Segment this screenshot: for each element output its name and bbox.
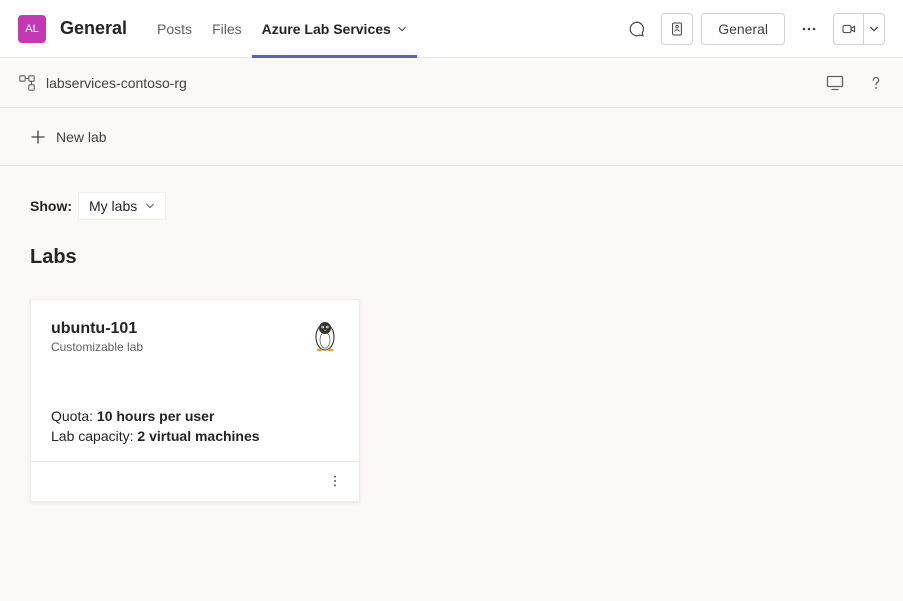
tab-files[interactable]: Files xyxy=(202,0,252,57)
lab-quota: Quota: 10 hours per user xyxy=(51,406,339,426)
subheader: labservices-contoso-rg xyxy=(0,58,903,108)
tab-label: Azure Lab Services xyxy=(262,21,391,37)
meet-button xyxy=(833,13,885,45)
lab-capacity: Lab capacity: 2 virtual machines xyxy=(51,426,339,446)
more-vertical-icon xyxy=(328,474,342,488)
lab-subtitle: Customizable lab xyxy=(51,340,143,354)
monitor-icon[interactable] xyxy=(825,73,845,93)
content: Show: My labs Labs ubuntu-101 Customizab… xyxy=(0,166,903,601)
chevron-down-icon xyxy=(397,24,407,34)
new-lab-button[interactable]: New lab xyxy=(30,129,107,145)
tab-label: Posts xyxy=(157,21,192,37)
avatar: AL xyxy=(18,15,46,43)
quota-value: 10 hours per user xyxy=(97,408,215,424)
lab-details: Quota: 10 hours per user Lab capacity: 2… xyxy=(51,406,339,447)
tab-posts[interactable]: Posts xyxy=(147,0,202,57)
general-button[interactable]: General xyxy=(701,13,785,45)
filter-row: Show: My labs xyxy=(30,192,873,220)
lab-card-head: ubuntu-101 Customizable lab xyxy=(51,320,339,354)
subheader-actions xyxy=(825,73,885,93)
tab-label: Files xyxy=(212,21,242,37)
filter-label: Show: xyxy=(30,198,72,214)
filter-select[interactable]: My labs xyxy=(78,192,166,220)
tabs: Posts Files Azure Lab Services xyxy=(147,0,417,57)
penguin-icon xyxy=(311,320,339,352)
new-lab-label: New lab xyxy=(56,129,107,145)
filter-selected: My labs xyxy=(89,198,137,214)
video-icon[interactable] xyxy=(834,14,864,44)
chat-icon[interactable] xyxy=(621,13,653,45)
capacity-value: 2 virtual machines xyxy=(137,428,259,444)
lab-card-footer xyxy=(31,461,359,501)
tab-azure-lab-services[interactable]: Azure Lab Services xyxy=(252,0,417,57)
more-options-icon[interactable] xyxy=(793,13,825,45)
help-icon[interactable] xyxy=(867,74,885,92)
lab-more-button[interactable] xyxy=(319,465,351,497)
teams-header: AL General Posts Files Azure Lab Service… xyxy=(0,0,903,58)
notes-icon[interactable] xyxy=(661,13,693,45)
chevron-down-icon xyxy=(145,201,155,211)
capacity-label: Lab capacity: xyxy=(51,428,137,444)
chevron-down-icon[interactable] xyxy=(864,14,884,44)
toolbar: New lab xyxy=(0,108,903,166)
plus-icon xyxy=(30,129,46,145)
channel-name[interactable]: General xyxy=(60,18,127,39)
lab-name: ubuntu-101 xyxy=(51,320,143,338)
lab-card[interactable]: ubuntu-101 Customizable lab xyxy=(30,299,360,502)
lab-card-body: ubuntu-101 Customizable lab xyxy=(31,300,359,461)
resource-group-icon xyxy=(18,74,36,92)
header-actions: General xyxy=(621,13,885,45)
quota-label: Quota: xyxy=(51,408,97,424)
resource-group-name[interactable]: labservices-contoso-rg xyxy=(46,75,187,91)
section-title: Labs xyxy=(30,246,873,269)
